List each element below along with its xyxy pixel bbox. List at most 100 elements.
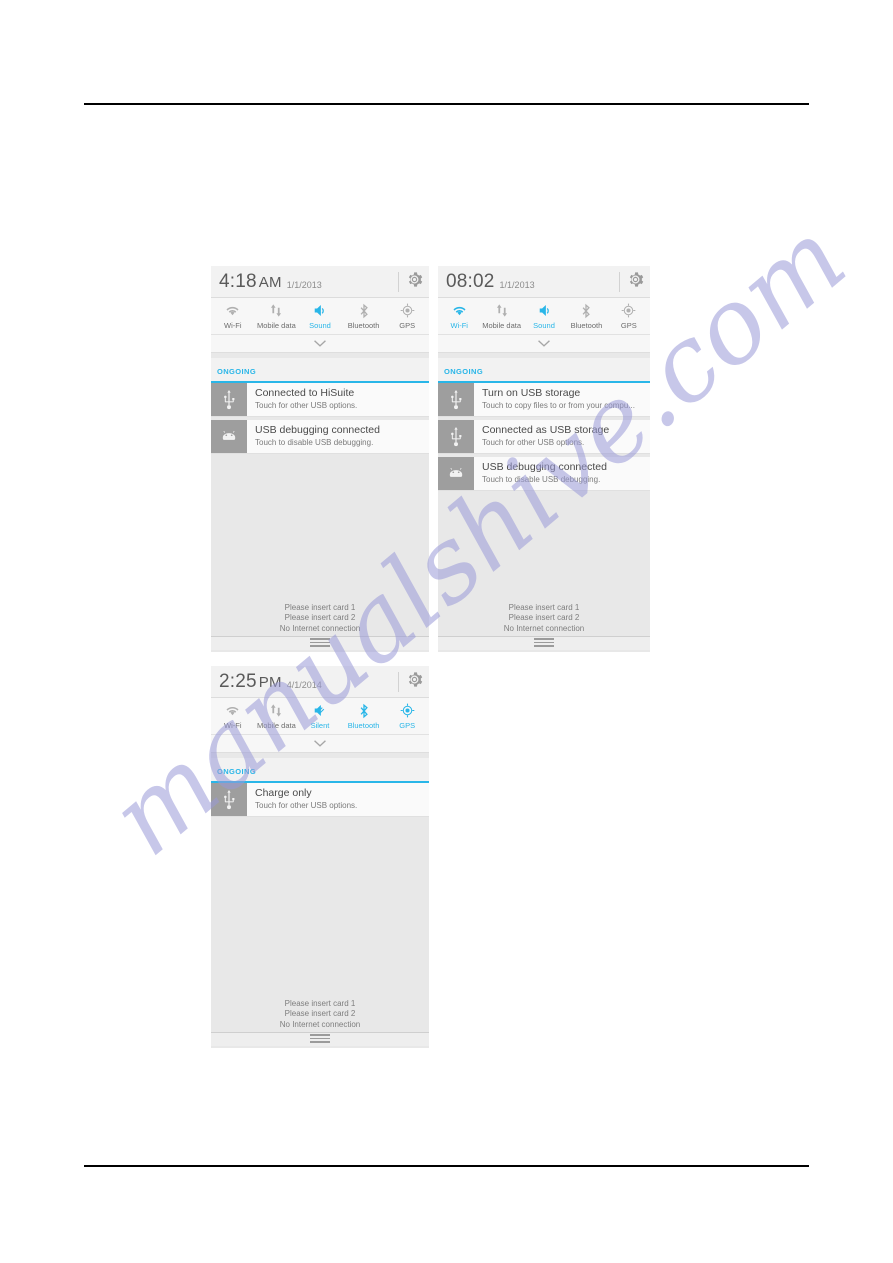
notification-text: Charge only Touch for other USB options. [247, 783, 363, 816]
mobile-data-icon [269, 302, 283, 319]
panel-empty-area [438, 494, 650, 603]
notification-title: Connected as USB storage [482, 424, 610, 436]
notification-row[interactable]: Turn on USB storage Touch to copy files t… [438, 383, 650, 417]
toggle-wi-fi[interactable]: Wi-Fi [211, 702, 255, 732]
notification-text: Connected as USB storage Touch for other … [474, 420, 615, 453]
status-date: 1/1/2013 [286, 279, 322, 290]
toggle-mobile-data[interactable]: Mobile data [480, 302, 522, 332]
toggle-sound[interactable]: Sound [523, 302, 565, 332]
usb-icon [211, 383, 247, 416]
notification-text: USB debugging connected Touch to disable … [474, 457, 613, 490]
panel-empty-area [211, 820, 429, 999]
gear-icon[interactable] [406, 271, 423, 293]
toggle-bluetooth[interactable]: Bluetooth [342, 702, 386, 732]
toggle-label: Silent [310, 721, 330, 730]
notification-row[interactable]: USB debugging connected Touch to disable … [211, 420, 429, 454]
toggle-mobile-data[interactable]: Mobile data [255, 302, 299, 332]
notification-panel-3: 2:25 PM 4/1/2014 Wi-Fi Mobile data Silent Blue… [211, 666, 429, 1048]
ongoing-section-header: ONGOING [211, 758, 429, 783]
gps-icon [400, 302, 415, 319]
notification-subtitle: Touch for other USB options. [255, 801, 358, 810]
toggle-label: Sound [533, 321, 555, 330]
document-page: manualshive.com 4:18 AM 1/1/2013 Wi-Fi Mobil… [0, 0, 893, 1263]
settings-button[interactable] [398, 666, 423, 697]
wifi-icon [225, 302, 240, 319]
footer-line-2: Please insert card 2 [508, 613, 580, 622]
footer-line-1: Please insert card 1 [284, 602, 356, 612]
divider [398, 271, 399, 292]
notification-text: Turn on USB storage Touch to copy files t… [474, 383, 641, 416]
section-label: ONGOING [444, 367, 484, 376]
quick-toggles: Wi-Fi Mobile data Sound Bluetooth GPS [211, 298, 429, 335]
android-icon [438, 457, 474, 490]
mobile-data-icon [495, 302, 509, 319]
gear-icon[interactable] [627, 271, 644, 293]
section-label: ONGOING [217, 767, 257, 776]
toggle-bluetooth[interactable]: Bluetooth [565, 302, 607, 332]
chevron-down-icon [537, 335, 551, 353]
toggle-wi-fi[interactable]: Wi-Fi [438, 302, 480, 332]
gear-icon[interactable] [406, 671, 423, 693]
expand-toggles-button[interactable] [211, 335, 429, 353]
toggle-wi-fi[interactable]: Wi-Fi [211, 302, 255, 332]
page-header-rule [84, 103, 809, 105]
notification-subtitle: Touch to copy files to or from your comp… [482, 401, 635, 410]
notification-subtitle: Touch to disable USB debugging. [482, 475, 601, 484]
wifi-icon [452, 302, 467, 319]
notification-row[interactable]: Charge only Touch for other USB options. [211, 783, 429, 817]
settings-button[interactable] [619, 266, 644, 297]
sound-icon [312, 302, 327, 319]
clock: 2:25 PM [219, 671, 282, 693]
toggle-label: Wi-Fi [450, 321, 468, 330]
ongoing-section-header: ONGOING [211, 358, 429, 383]
toggle-label: Bluetooth [570, 321, 603, 330]
handle-lines-icon [310, 638, 330, 649]
notification-subtitle: Touch for other USB options. [482, 438, 585, 447]
footer-line-2: Please insert card 2 [284, 1009, 356, 1018]
status-bar: 4:18 AM 1/1/2013 [211, 266, 429, 298]
notification-row[interactable]: Connected as USB storage Touch for other … [438, 420, 650, 454]
handle-lines-icon [310, 1034, 330, 1045]
clock-time: 4:18 [219, 270, 257, 292]
panel-drag-handle[interactable] [211, 636, 429, 650]
notification-title: Connected to HiSuite [255, 387, 355, 399]
notification-list: Turn on USB storage Touch to copy files t… [438, 383, 650, 494]
toggle-label: GPS [399, 721, 416, 730]
bluetooth-icon [358, 702, 370, 719]
toggle-gps[interactable]: GPS [385, 702, 429, 732]
usb-icon [438, 420, 474, 453]
settings-button[interactable] [398, 266, 423, 297]
notification-title: Charge only [255, 787, 312, 799]
expand-toggles-button[interactable] [438, 335, 650, 353]
notification-row[interactable]: Connected to HiSuite Touch for other USB … [211, 383, 429, 417]
toggle-label: GPS [399, 321, 416, 330]
toggle-mobile-data[interactable]: Mobile data [255, 702, 299, 732]
toggle-label: Bluetooth [347, 721, 380, 730]
expand-toggles-button[interactable] [211, 735, 429, 753]
notification-row[interactable]: USB debugging connected Touch to disable … [438, 457, 650, 491]
notification-list: Connected to HiSuite Touch for other USB … [211, 383, 429, 457]
toggle-gps[interactable]: GPS [385, 302, 429, 332]
panel-footer: Please insert card 1 Please insert card 2… [211, 603, 429, 653]
footer-line-3: No Internet connection [503, 623, 585, 633]
page-footer-rule [84, 1165, 809, 1167]
notification-list: Charge only Touch for other USB options. [211, 783, 429, 820]
panel-footer: Please insert card 1 Please insert card 2… [438, 603, 650, 653]
notification-text: Connected to HiSuite Touch for other USB … [247, 383, 363, 416]
notification-subtitle: Touch to disable USB debugging. [255, 438, 374, 447]
panel-drag-handle[interactable] [438, 636, 650, 650]
notification-text: USB debugging connected Touch to disable … [247, 420, 386, 453]
silent-icon [312, 702, 327, 719]
clock-time: 08:02 [446, 270, 495, 292]
toggle-sound[interactable]: Sound [298, 302, 342, 332]
notification-title: Turn on USB storage [482, 387, 581, 399]
divider [398, 671, 399, 692]
sound-icon [537, 302, 552, 319]
toggle-silent[interactable]: Silent [298, 702, 342, 732]
footer-line-3: No Internet connection [279, 623, 361, 633]
toggle-label: Bluetooth [347, 321, 380, 330]
toggle-bluetooth[interactable]: Bluetooth [342, 302, 386, 332]
toggle-gps[interactable]: GPS [608, 302, 650, 332]
status-bar: 2:25 PM 4/1/2014 [211, 666, 429, 698]
panel-drag-handle[interactable] [211, 1032, 429, 1046]
